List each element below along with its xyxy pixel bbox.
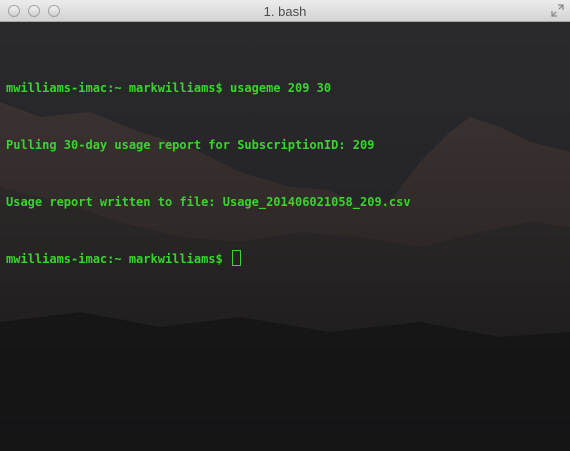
terminal-line: Pulling 30-day usage report for Subscrip… — [6, 138, 375, 152]
fullscreen-arrows-icon[interactable] — [551, 4, 564, 17]
terminal-window: 1. bash mwilliams-imac:~ markwilliams$ u… — [0, 0, 570, 451]
terminal-output: mwilliams-imac:~ markwilliams$ usageme 2… — [6, 41, 411, 307]
shell-prompt: mwilliams-imac:~ markwilliams$ — [6, 252, 230, 266]
terminal-content[interactable]: mwilliams-imac:~ markwilliams$ usageme 2… — [0, 22, 570, 451]
title-bar[interactable]: 1. bash — [0, 0, 570, 22]
window-title: 1. bash — [263, 4, 307, 19]
text-cursor — [231, 250, 241, 266]
terminal-line: Usage report written to file: Usage_2014… — [6, 195, 411, 209]
terminal-line: mwilliams-imac:~ markwilliams$ usageme 2… — [6, 81, 332, 95]
terminal-prompt-line[interactable]: mwilliams-imac:~ markwilliams$ — [6, 250, 411, 269]
